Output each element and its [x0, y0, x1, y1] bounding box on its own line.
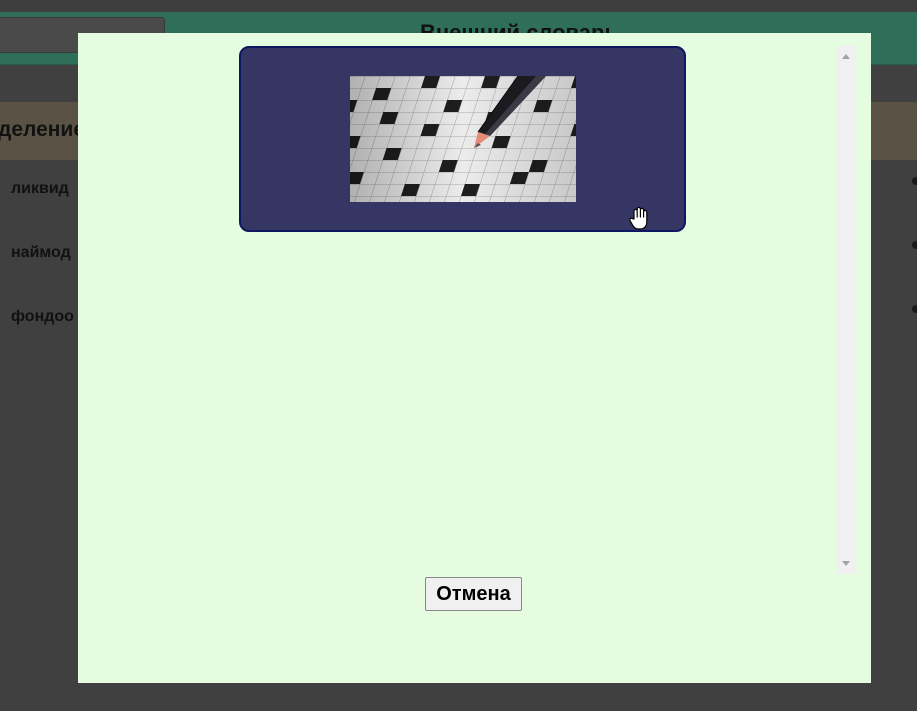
triangle-down-icon[interactable] — [842, 561, 850, 566]
background-section-title: деление — [0, 118, 86, 141]
background-bullet-3 — [912, 305, 917, 313]
triangle-up-icon[interactable] — [842, 54, 850, 59]
modal-scrollbar[interactable] — [837, 46, 856, 574]
background-bullet-1 — [912, 177, 917, 185]
modal-scroll-area — [78, 33, 836, 573]
cancel-button[interactable]: Отмена — [425, 577, 522, 611]
image-picker-modal: Отмена — [78, 33, 871, 683]
background-top-bar — [0, 0, 917, 12]
crossword-image-card[interactable] — [239, 46, 686, 232]
background-word-2: наймод — [11, 244, 71, 261]
crossword-image — [350, 76, 576, 202]
hand-pointer-icon — [629, 206, 648, 230]
background-word-1: ликвид — [11, 180, 69, 197]
background-word-3: фондоо — [11, 308, 74, 325]
background-bullet-2 — [912, 241, 917, 249]
